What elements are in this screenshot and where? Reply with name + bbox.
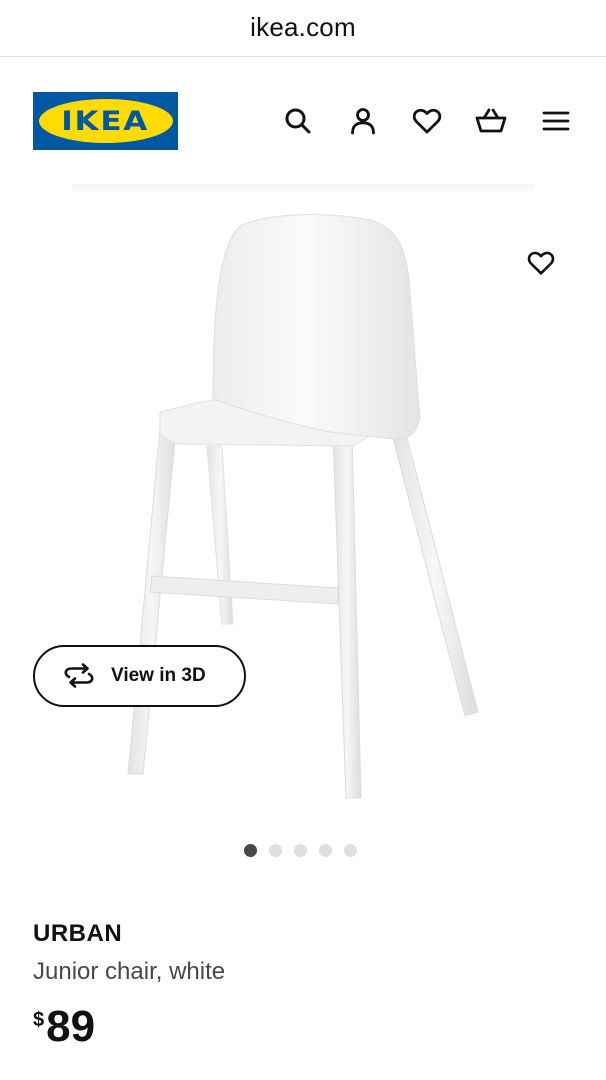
heart-icon (527, 251, 555, 275)
site-header: IKEA (0, 56, 606, 184)
carousel-dot[interactable] (244, 844, 257, 857)
save-to-favourites-button[interactable] (522, 244, 560, 282)
carousel-dot[interactable] (344, 844, 357, 857)
product-image-gallery[interactable]: View in 3D (0, 184, 606, 824)
product-description: Junior chair, white (33, 958, 226, 985)
price-currency: $ (33, 1009, 45, 1031)
ikea-logo[interactable]: IKEA (33, 92, 178, 150)
product-image (127, 214, 479, 799)
view-in-3d-button[interactable]: View in 3D (33, 645, 246, 707)
price-amount: 89 (46, 1002, 96, 1051)
carousel-dot[interactable] (269, 844, 282, 857)
product-name: URBAN (33, 920, 123, 947)
carousel-dot[interactable] (294, 844, 307, 857)
heart-icon[interactable] (410, 104, 444, 138)
carousel-dot[interactable] (319, 844, 332, 857)
url-text[interactable]: ikea.com (250, 12, 356, 43)
search-icon[interactable] (281, 104, 315, 138)
view-in-3d-label: View in 3D (111, 665, 206, 686)
account-icon[interactable] (346, 104, 380, 138)
browser-address-bar[interactable]: ikea.com (0, 0, 606, 57)
image-carousel-indicator (244, 844, 357, 858)
menu-icon[interactable] (539, 104, 573, 138)
logo-oval: IKEA (38, 99, 173, 143)
logo-text: IKEA (61, 105, 150, 137)
basket-icon[interactable] (474, 104, 508, 138)
rotate-3d-icon (64, 663, 94, 688)
product-price: $ 89 (33, 1003, 95, 1051)
